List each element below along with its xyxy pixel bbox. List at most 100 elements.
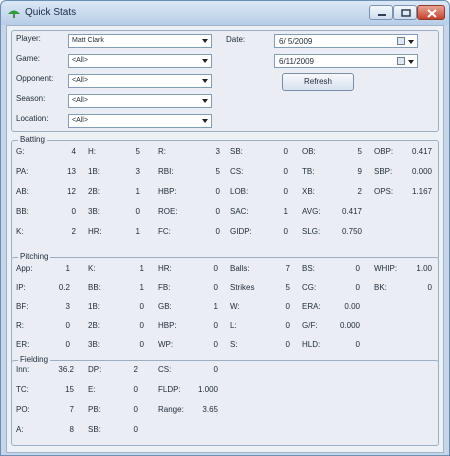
refresh-button[interactable]: Refresh [282, 73, 354, 91]
stat-label: RBI: [158, 167, 174, 176]
stat-value: 0 [65, 321, 70, 330]
stat-label: LOB: [230, 187, 249, 196]
location-select[interactable]: <All> [68, 114, 212, 128]
stat-label: BK: [374, 283, 387, 292]
stat-value: 1 [135, 187, 140, 196]
maximize-button[interactable] [393, 5, 417, 20]
stat-label: Inn: [16, 365, 30, 374]
stat-label: K: [88, 264, 96, 273]
stat-value: 3 [215, 147, 220, 156]
game-label: Game: [16, 54, 41, 63]
stat-label: BF: [16, 302, 29, 311]
stat-label: PA: [16, 167, 29, 176]
stat-value: 1 [283, 207, 288, 216]
filter-panel: Player: Matt Clark Game: <All> Opponent:… [11, 30, 439, 132]
stat-value: 0.417 [341, 207, 362, 216]
stat-label: CG: [302, 283, 317, 292]
stat-value: 0 [71, 207, 76, 216]
date-from-picker[interactable]: 6/ 5/2009 [274, 34, 418, 48]
stat-value: 0 [215, 207, 220, 216]
stat-label: WP: [158, 340, 174, 349]
stat-value: 9 [357, 167, 362, 176]
stat-label: SBP: [374, 167, 393, 176]
stat-value: 0 [65, 340, 70, 349]
stat-label: SLG: [302, 227, 321, 236]
stat-label: OBP: [374, 147, 394, 156]
stat-label: CS: [230, 167, 244, 176]
stat-label: AB: [16, 187, 29, 196]
date-from-value: 6/ 5/2009 [279, 37, 313, 46]
stat-value: 0 [213, 321, 218, 330]
game-value: <All> [72, 57, 88, 64]
stat-label: HR: [158, 264, 172, 273]
stat-label: OPS: [374, 187, 394, 196]
stat-value: 0 [215, 187, 220, 196]
stat-value: 0 [133, 405, 138, 414]
location-value: <All> [72, 117, 88, 124]
game-select[interactable]: <All> [68, 54, 212, 68]
stat-value: 0 [213, 340, 218, 349]
stat-label: HBP: [158, 321, 177, 330]
stat-value: 1 [65, 264, 70, 273]
stat-value: 0 [133, 385, 138, 394]
close-button[interactable] [417, 5, 445, 20]
stat-label: Balls: [230, 264, 250, 273]
stat-value: 1 [139, 264, 144, 273]
stat-label: K: [16, 227, 24, 236]
calendar-icon [397, 37, 405, 45]
stat-value: 1.00 [416, 264, 432, 273]
stat-label: OB: [302, 147, 316, 156]
stat-value: 5 [357, 147, 362, 156]
stat-value: 36.2 [58, 365, 74, 374]
client-area: Player: Matt Clark Game: <All> Opponent:… [6, 25, 444, 453]
chevron-down-icon [202, 119, 208, 123]
stat-value: 0 [213, 365, 218, 374]
stat-label: S: [230, 340, 238, 349]
stat-value: 0.417 [411, 147, 432, 156]
stat-label: FB: [158, 283, 171, 292]
stat-label: 1B: [88, 167, 101, 176]
chevron-down-icon [202, 59, 208, 63]
stat-value: 0 [139, 340, 144, 349]
stat-value: 0.750 [341, 227, 362, 236]
stat-value: 0 [427, 283, 432, 292]
pitching-group: Pitching App: 1 K: 1 HR: 0 Balls: 7 BS: 0 WHIP: 1.0… [11, 252, 439, 373]
fielding-group-title: Fielding [18, 355, 51, 364]
stat-value: 0 [135, 207, 140, 216]
stat-value: 7 [69, 405, 74, 414]
date-to-picker[interactable]: 6/11/2009 [274, 54, 418, 68]
chevron-down-icon [408, 40, 414, 44]
stat-value: 0 [213, 283, 218, 292]
stat-label: G: [16, 147, 25, 156]
stat-value: 0 [283, 227, 288, 236]
stat-value: 1 [213, 302, 218, 311]
season-select[interactable]: <All> [68, 94, 212, 108]
stat-label: H: [88, 147, 96, 156]
stat-label: PO: [16, 405, 30, 414]
stat-value: 0 [213, 264, 218, 273]
stat-label: AVG: [302, 207, 321, 216]
stat-label: ERA: [302, 302, 321, 311]
maximize-icon [401, 9, 411, 17]
chevron-down-icon [202, 79, 208, 83]
title-bar[interactable]: Quick Stats [1, 1, 449, 25]
stat-label: 1B: [88, 302, 101, 311]
stat-value: 12 [67, 187, 76, 196]
chevron-down-icon [202, 99, 208, 103]
stat-label: TB: [302, 167, 315, 176]
player-select[interactable]: Matt Clark [68, 34, 212, 48]
batting-group: Batting G: 4 H: 5 R: 3 SB: 0 OB: 5 OBP: 0.417 PA: 13 1… [11, 135, 439, 260]
stat-label: SB: [230, 147, 243, 156]
stat-value: 7 [285, 264, 290, 273]
stat-value: 1.000 [197, 385, 218, 394]
minimize-button[interactable] [369, 5, 393, 20]
stat-label: 3B: [88, 340, 101, 349]
stat-label: XB: [302, 187, 315, 196]
stat-value: 0.000 [411, 167, 432, 176]
stat-value: 0 [285, 321, 290, 330]
date-to-value: 6/11/2009 [279, 57, 314, 66]
opponent-select[interactable]: <All> [68, 74, 212, 88]
stat-label: BB: [16, 207, 29, 216]
stat-label: HBP: [158, 187, 177, 196]
stat-label: A: [16, 425, 24, 434]
